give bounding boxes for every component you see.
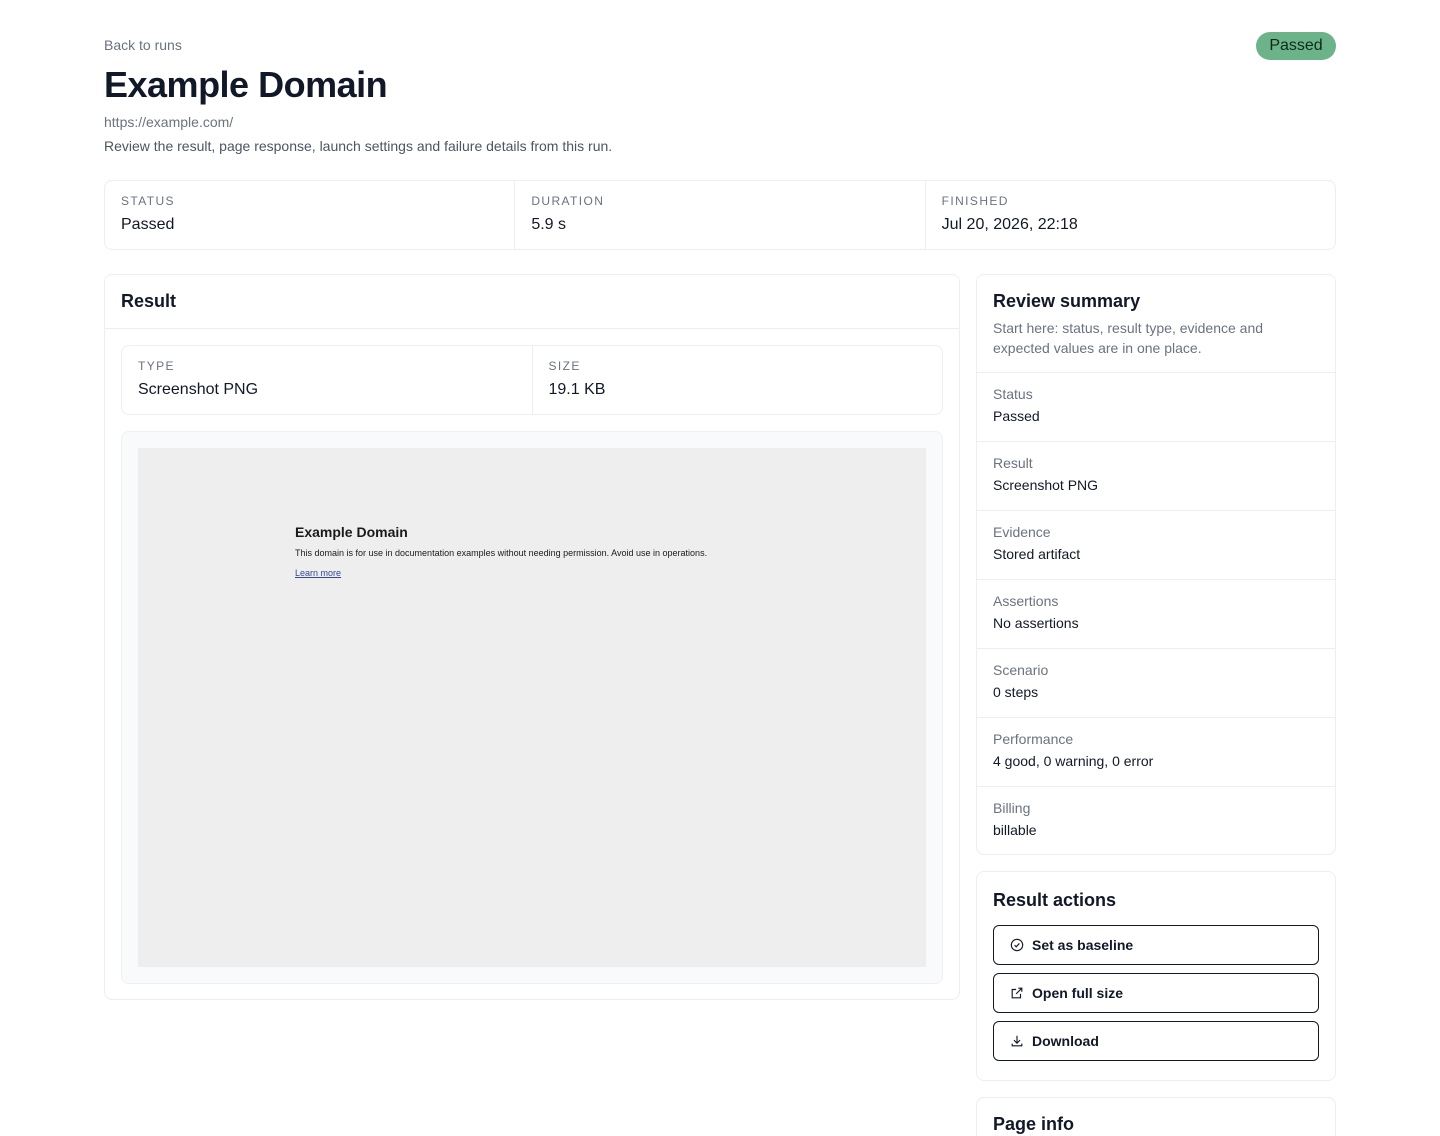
review-summary-card: Review summary Start here: status, resul…	[976, 274, 1336, 855]
open-full-size-button[interactable]: Open full size	[993, 973, 1319, 1013]
screenshot-content: Example Domain This domain is for use in…	[295, 524, 707, 581]
screenshot-image[interactable]: Example Domain This domain is for use in…	[138, 448, 926, 967]
meta-value: 19.1 KB	[548, 381, 606, 398]
summary-value: billable	[993, 822, 1037, 838]
result-card-header: Result	[105, 275, 959, 329]
stat-duration: DURATION 5.9 s	[515, 181, 926, 249]
status-badge: Passed	[1256, 32, 1336, 60]
stat-value: Jul 20, 2026, 22:18	[941, 216, 1078, 233]
summary-row-result: Result Screenshot PNG	[977, 442, 1335, 511]
stat-value: Passed	[121, 216, 175, 233]
summary-label: Assertions	[993, 593, 1059, 609]
summary-value: Screenshot PNG	[993, 477, 1099, 493]
page-info-card: Page info	[976, 1097, 1336, 1136]
summary-row-assertions: Assertions No assertions	[977, 580, 1335, 649]
summary-label: Scenario	[993, 662, 1049, 678]
back-to-runs-link[interactable]: Back to runs	[104, 37, 182, 53]
result-type: TYPE Screenshot PNG	[122, 346, 533, 414]
download-icon	[1011, 1035, 1023, 1047]
meta-label: TYPE	[138, 359, 175, 373]
page-title: Example Domain	[104, 64, 388, 105]
result-actions-title: Result actions	[993, 890, 1117, 910]
summary-row-scenario: Scenario 0 steps	[977, 649, 1335, 718]
summary-value: 4 good, 0 warning, 0 error	[993, 753, 1154, 769]
external-link-icon	[1011, 987, 1023, 999]
summary-value: Stored artifact	[993, 546, 1081, 562]
page-description: Review the result, page response, launch…	[104, 138, 613, 154]
run-stats: STATUS Passed DURATION 5.9 s FINISHED Ju…	[104, 180, 1336, 250]
meta-label: SIZE	[548, 359, 581, 373]
result-size: SIZE 19.1 KB	[533, 346, 943, 414]
result-meta: TYPE Screenshot PNG SIZE 19.1 KB	[121, 345, 943, 415]
stat-status: STATUS Passed	[105, 181, 516, 249]
stat-value: 5.9 s	[531, 216, 567, 233]
summary-row-billing: Billing billable	[977, 787, 1335, 854]
result-actions-card: Result actions Set as baseline Open full…	[976, 871, 1336, 1081]
summary-label: Billing	[993, 800, 1031, 816]
screenshot-page-title: Example Domain	[295, 524, 408, 540]
review-summary-subtitle: Start here: status, result type, evidenc…	[993, 320, 1264, 356]
button-label: Open full size	[1032, 985, 1124, 1001]
summary-value: Passed	[993, 408, 1040, 424]
stat-finished: FINISHED Jul 20, 2026, 22:18	[926, 181, 1335, 249]
stat-label: DURATION	[531, 194, 605, 208]
screenshot-preview[interactable]: Example Domain This domain is for use in…	[121, 431, 943, 984]
set-as-baseline-button[interactable]: Set as baseline	[993, 925, 1319, 965]
summary-label: Result	[993, 455, 1033, 471]
button-label: Set as baseline	[1032, 937, 1134, 953]
summary-value: 0 steps	[993, 684, 1039, 700]
summary-value: No assertions	[993, 615, 1079, 631]
summary-label: Status	[993, 386, 1033, 402]
stat-label: STATUS	[121, 194, 175, 208]
summary-label: Performance	[993, 731, 1074, 747]
page-url: https://example.com/	[104, 114, 234, 130]
download-button[interactable]: Download	[993, 1021, 1319, 1061]
review-summary-header: Review summary Start here: status, resul…	[977, 275, 1335, 373]
summary-row-performance: Performance 4 good, 0 warning, 0 error	[977, 718, 1335, 787]
stat-label: FINISHED	[941, 194, 1009, 208]
result-title: Result	[121, 291, 177, 311]
summary-row-status: Status Passed	[977, 373, 1335, 442]
button-label: Download	[1032, 1033, 1099, 1049]
result-card: Result TYPE Screenshot PNG SIZE 19.1 KB …	[104, 274, 960, 1000]
meta-value: Screenshot PNG	[138, 381, 259, 398]
check-circle-icon	[1010, 938, 1024, 952]
review-summary-title: Review summary	[993, 291, 1141, 311]
page-info-title: Page info	[993, 1114, 1075, 1134]
screenshot-page-link: Learn more	[295, 568, 342, 578]
summary-row-evidence: Evidence Stored artifact	[977, 511, 1335, 580]
screenshot-page-text: This domain is for use in documentation …	[295, 548, 708, 558]
summary-label: Evidence	[993, 524, 1051, 540]
